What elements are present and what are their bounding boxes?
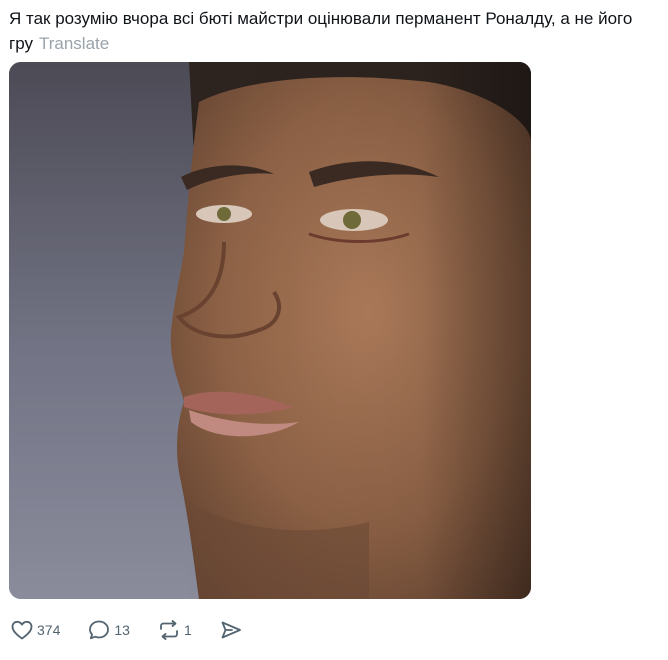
post-actions: 374 13 1 [10,616,243,644]
like-button[interactable]: 374 [10,618,60,642]
repost-count: 1 [183,622,192,638]
like-count: 374 [37,622,61,638]
translate-link[interactable]: Translate [39,34,109,53]
repost-arrows-icon [157,618,181,642]
reply-button[interactable]: 13 [87,618,130,642]
share-button[interactable] [219,618,243,642]
paper-plane-icon [219,618,243,642]
reply-count: 13 [114,622,130,638]
post-text-block: Я так розумію вчора всі бюті майстри оці… [9,6,659,56]
face-photo [9,62,531,599]
repost-button[interactable]: 1 [157,618,192,642]
heart-icon [10,618,34,642]
speech-bubble-icon [87,618,111,642]
post-image[interactable] [9,62,531,599]
